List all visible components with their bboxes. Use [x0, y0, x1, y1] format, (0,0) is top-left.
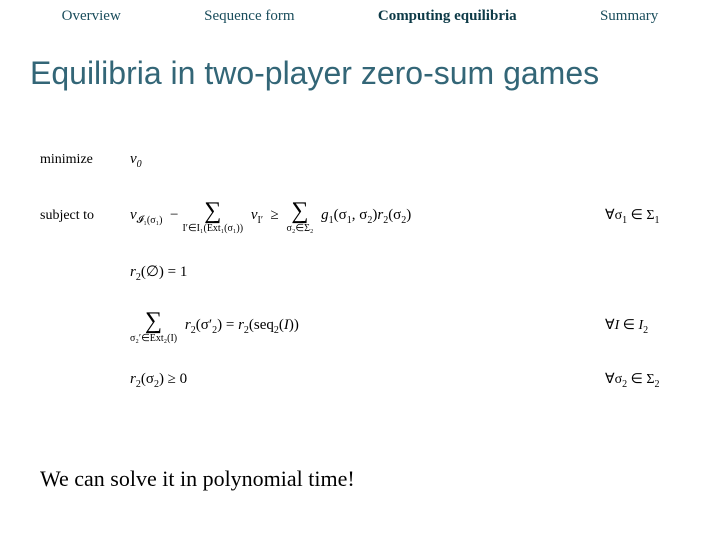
conclusion-text: We can solve it in polynomial time!: [40, 466, 355, 492]
constraint-3-body: ∑ σ₂′∈Ext₂(I) r2(σ′2) = r2(seq2(I)): [130, 309, 605, 344]
constraint-1-qual: ∀σ1 ∈ Σ1: [605, 207, 690, 226]
lp-formulation: minimize v0 subject to v𝓘₁(σ₁) − ∑ I′∈I₁…: [0, 102, 720, 422]
lp-constraint-4: r2(σ2) ≥ 0 ∀σ2 ∈ Σ2: [40, 362, 690, 398]
objective-label: minimize: [40, 152, 130, 168]
slide-title: Equilibria in two-player zero-sum games: [0, 35, 720, 102]
objective-expr: v0: [130, 151, 142, 170]
constraint-1-body: v𝓘₁(σ₁) − ∑ I′∈I₁(Ext₁(σ₁)) vI′ ≥ ∑ σ₂∈Σ…: [130, 199, 605, 234]
nav-computing-equilibria[interactable]: Computing equilibria: [378, 8, 517, 25]
sum-icon: ∑ I′∈I₁(Ext₁(σ₁)): [182, 199, 243, 234]
sum-icon: ∑ σ₂′∈Ext₂(I): [130, 309, 177, 344]
constraint-4-body: r2(σ2) ≥ 0: [130, 371, 605, 390]
lp-constraint-1: subject to v𝓘₁(σ₁) − ∑ I′∈I₁(Ext₁(σ₁)) v…: [40, 192, 690, 240]
subject-to-label: subject to: [40, 208, 130, 224]
lp-objective: minimize v0: [40, 142, 690, 178]
constraint-4-qual: ∀σ2 ∈ Σ2: [605, 371, 690, 390]
constraint-3-qual: ∀I ∈ I2: [605, 317, 690, 336]
sum-icon: ∑ σ₂∈Σ₂: [287, 199, 314, 234]
nav-tabs: Overview Sequence form Computing equilib…: [0, 0, 720, 35]
lp-constraint-3: ∑ σ₂′∈Ext₂(I) r2(σ′2) = r2(seq2(I)) ∀I ∈…: [40, 304, 690, 348]
constraint-2-body: r2(∅) = 1: [130, 262, 605, 283]
nav-summary[interactable]: Summary: [600, 8, 658, 25]
lp-constraint-2: r2(∅) = 1: [40, 254, 690, 290]
nav-overview[interactable]: Overview: [62, 8, 121, 25]
nav-sequence-form[interactable]: Sequence form: [204, 8, 294, 25]
